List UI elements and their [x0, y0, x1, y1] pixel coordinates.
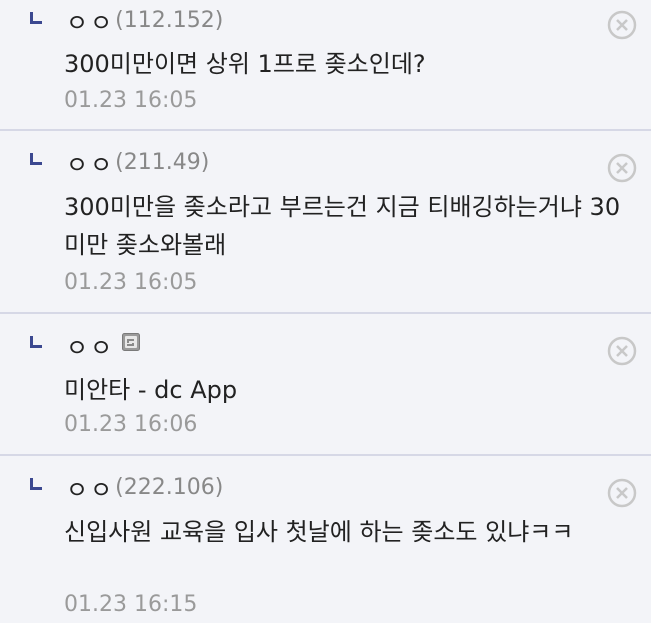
comment-list: ㅇㅇ (112.152) 300미만이면 상위 1프로 좆소인데? 01.23 …	[0, 0, 651, 623]
comment-date: 01.23 16:06	[64, 412, 198, 437]
comment-header: ㅇㅇ	[66, 331, 141, 362]
comment-header: ㅇㅇ (211.49)	[66, 148, 210, 179]
delete-comment-button[interactable]	[607, 10, 637, 40]
comment-text: 300미만이면 상위 1프로 좆소인데?	[64, 50, 426, 78]
comment-date: 01.23 16:05	[64, 88, 198, 113]
delete-circle-x-icon	[607, 478, 637, 508]
delete-circle-x-icon	[607, 336, 637, 366]
comment-text: 300미만을 좆소라고 부르는건 지금 티배깅하는거냐 30미만 좆소와볼래	[64, 193, 621, 259]
comment-nickname[interactable]: ㅇㅇ	[66, 470, 114, 505]
comment-nickname[interactable]: ㅇㅇ	[66, 145, 114, 180]
mobile-app-badge-icon	[122, 333, 141, 351]
comment-item: ㅇㅇ (211.49) 300미만을 좆소라고 부르는건 지금 티배깅하는거냐 …	[0, 131, 651, 314]
comment-item: ㅇㅇ (112.152) 300미만이면 상위 1프로 좆소인데? 01.23 …	[0, 0, 651, 131]
comment-text: 미안타 - dc App	[64, 376, 238, 404]
comment-item: ㅇㅇ (222.106) 신입사원 교육을 입사 첫날에 하는 좆소도 있냐ㅋㅋ…	[0, 456, 651, 623]
delete-circle-x-icon	[607, 10, 637, 40]
delete-comment-button[interactable]	[607, 153, 637, 183]
reply-arrow-icon	[30, 478, 42, 490]
comment-header: ㅇㅇ (112.152)	[66, 6, 224, 37]
comment-text: 신입사원 교육을 입사 첫날에 하는 좆소도 있냐ㅋㅋ	[64, 518, 574, 546]
reply-arrow-icon	[30, 153, 42, 165]
reply-arrow-icon	[30, 12, 42, 24]
delete-circle-x-icon	[607, 153, 637, 183]
comment-item: ㅇㅇ 미안타 - dc App 01.23 16:06	[0, 314, 651, 456]
comment-ip: (222.106)	[115, 474, 224, 500]
comment-nickname[interactable]: ㅇㅇ	[66, 328, 114, 363]
comment-date: 01.23 16:15	[64, 592, 198, 617]
comment-ip: (112.152)	[115, 7, 224, 33]
comment-nickname[interactable]: ㅇㅇ	[66, 3, 114, 38]
delete-comment-button[interactable]	[607, 478, 637, 508]
comment-date: 01.23 16:05	[64, 270, 198, 295]
delete-comment-button[interactable]	[607, 336, 637, 366]
comment-header: ㅇㅇ (222.106)	[66, 473, 224, 504]
reply-arrow-icon	[30, 336, 42, 348]
comment-ip: (211.49)	[115, 149, 210, 175]
